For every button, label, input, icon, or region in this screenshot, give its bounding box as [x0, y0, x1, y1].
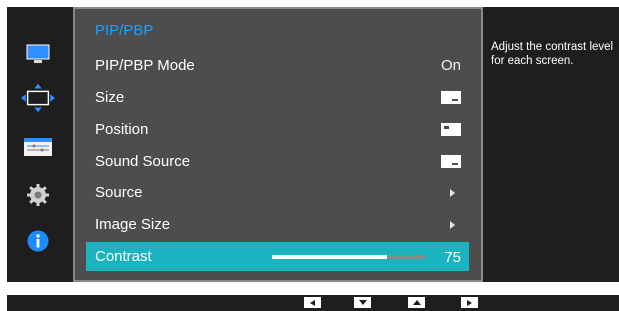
up-arrow-icon[interactable]: [408, 297, 425, 308]
contrast-slider[interactable]: [272, 255, 425, 259]
menu-item-label: Sound Source: [95, 153, 191, 170]
menu-item-label: Contrast: [95, 248, 152, 265]
chevron-right-icon: [450, 188, 455, 197]
menu-item-label: PIP/PBP Mode: [95, 57, 195, 74]
menu-item-pip-pbp-mode[interactable]: PIP/PBP Mode On: [86, 51, 469, 80]
contrast-slider-fill: [272, 255, 387, 259]
size-position-icon[interactable]: [21, 83, 55, 113]
down-arrow-icon[interactable]: [354, 297, 371, 308]
menu-item-label: Image Size: [95, 216, 171, 233]
sidebar: [7, 7, 70, 282]
picture-icon[interactable]: [21, 42, 55, 66]
menu-item-position[interactable]: Position: [86, 115, 469, 144]
menu-title: PIP/PBP: [95, 22, 154, 39]
settings-gear-icon[interactable]: [21, 183, 55, 207]
size-preview-icon: [441, 91, 461, 104]
left-arrow-icon[interactable]: [304, 297, 321, 308]
position-preview-icon: [441, 123, 461, 136]
information-icon[interactable]: [21, 229, 55, 253]
menu-item-label: Position: [95, 121, 149, 138]
menu-item-size[interactable]: Size: [86, 83, 469, 112]
help-description: Adjust the contrast level for each scree…: [491, 41, 614, 67]
navigation-bar: [7, 295, 619, 311]
menu-item-source[interactable]: Source: [86, 178, 469, 207]
right-arrow-icon[interactable]: [461, 297, 478, 308]
pip-pbp-menu: PIP/PBP PIP/PBP Mode On Size Position So…: [73, 7, 483, 282]
menu-item-label: Size: [95, 89, 125, 106]
contrast-value: 75: [444, 249, 461, 266]
menu-item-contrast[interactable]: Contrast 75: [86, 242, 469, 271]
sound-source-preview-icon: [441, 155, 461, 168]
pip-pbp-mode-value: On: [440, 57, 461, 74]
osd-window: PIP/PBP PIP/PBP Mode On Size Position So…: [7, 7, 619, 282]
menu-item-image-size[interactable]: Image Size: [86, 210, 469, 239]
pip-pbp-icon[interactable]: [21, 135, 55, 159]
chevron-right-icon: [450, 220, 455, 229]
menu-item-sound-source[interactable]: Sound Source: [86, 147, 469, 176]
menu-item-label: Source: [95, 184, 143, 201]
